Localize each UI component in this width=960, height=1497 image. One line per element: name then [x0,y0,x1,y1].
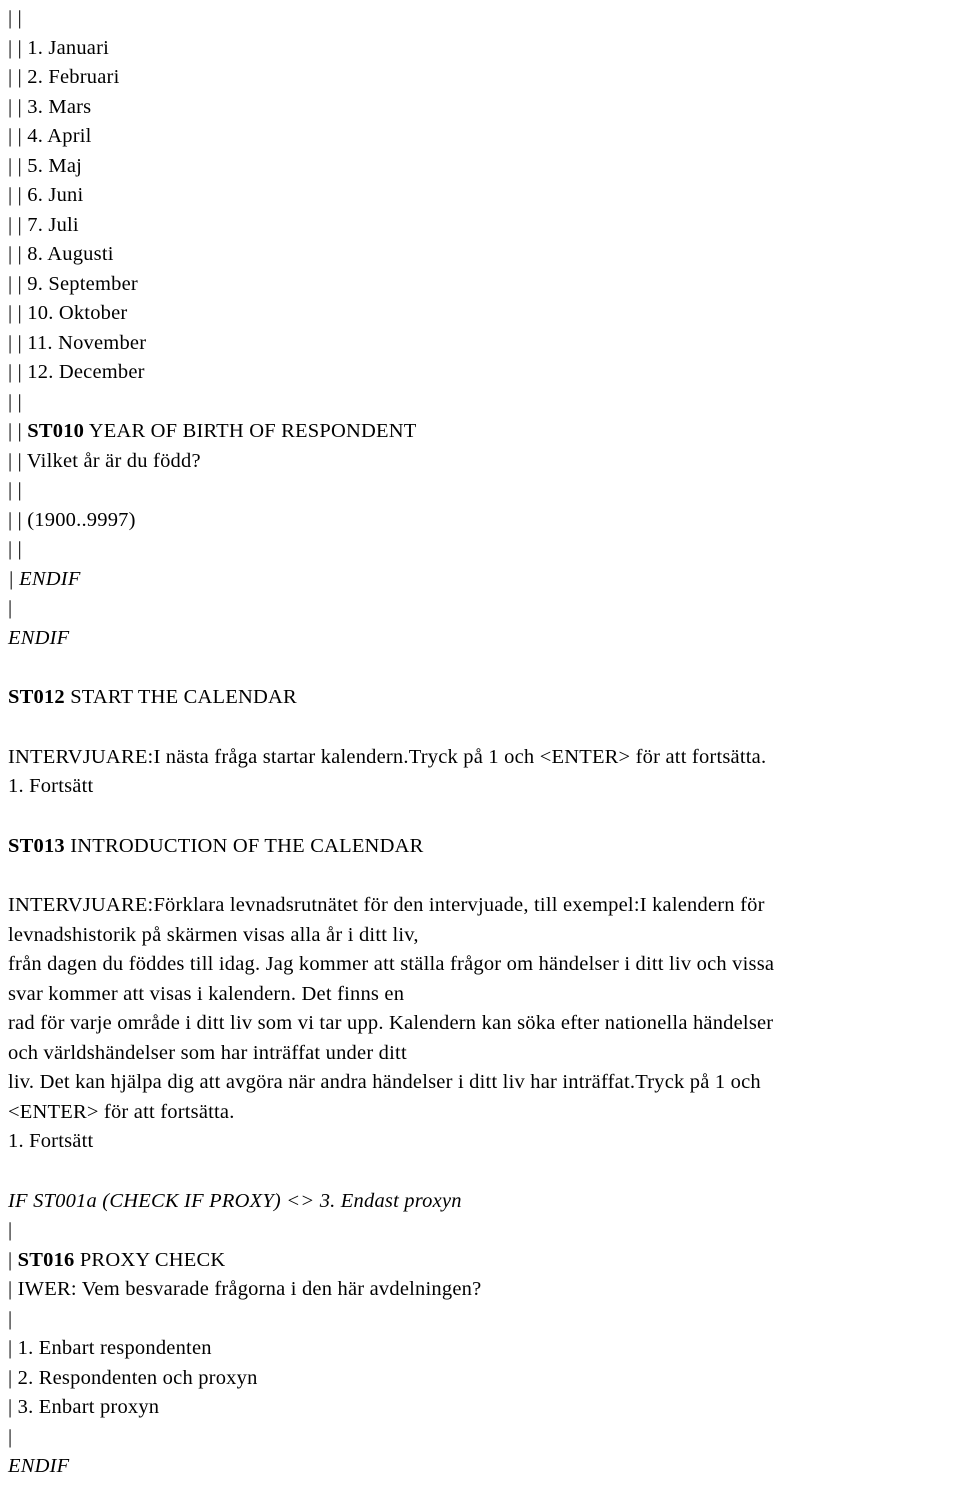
interviewer-instruction-line: svar kommer att visas i kalendern. Det f… [8,982,405,1005]
list-item: | | 9. September [8,272,138,295]
question-heading-st013: ST013 INTRODUCTION OF THE CALENDAR [8,832,950,862]
list-item: | | 4. April [8,125,92,147]
pipe-blank-line: | | [8,7,22,29]
endif-outer: ENDIF [8,1455,70,1477]
list-item: | | 10. Oktober [8,302,128,324]
endif-inner: | ENDIF [8,567,81,590]
question-title: YEAR OF BIRTH OF RESPONDENT [84,420,417,442]
question-heading-st016: | ST016 PROXY CHECK [8,1246,950,1276]
question-code: ST013 [8,834,65,857]
pipe-blank-line: | [8,1307,13,1330]
answer-option: | 2. Respondenten och proxyn [8,1366,258,1389]
question-code: ST016 [17,1248,75,1271]
pipe-blank-line: | [8,1219,13,1241]
list-item: | | 3. Mars [8,95,92,118]
answer-option: | 1. Enbart respondenten [8,1337,212,1359]
answer-option-st013: 1. Fortsätt [8,1130,94,1152]
interviewer-instruction-line: INTERVJUARE:Förklara levnadsrutnätet för… [8,894,765,916]
list-item: | | 8. Augusti [8,243,114,265]
question-heading-st010: | | ST010 YEAR OF BIRTH OF RESPONDENT [8,417,950,447]
pipe-prefix: | [8,1248,18,1271]
list-item: | | 12. December [8,361,145,383]
interviewer-instruction-line: levnadshistorik på skärmen visas alla år… [8,923,419,946]
answer-range-st010: | | (1900..9997) [8,508,136,531]
routing-condition: IF ST001a (CHECK IF PROXY) <> 3. Endast … [8,1189,462,1212]
pipe-blank-line: | [8,597,13,619]
question-title: PROXY CHECK [74,1248,226,1271]
question-code: ST010 [27,420,85,442]
pipe-prefix: | | [8,420,28,442]
interviewer-instruction-line: liv. Det kan hjälpa dig att avgöra när a… [8,1071,761,1093]
list-item: | | 2. Februari [8,66,120,88]
answer-option-st012: 1. Fortsätt [8,775,94,797]
document-page: | | | | 1. Januari | | 2. Februari | | 3… [0,0,960,1497]
pipe-blank-line: | | [8,538,22,560]
answer-option: | 3. Enbart proxyn [8,1396,160,1418]
list-item: | | 11. November [8,331,147,354]
pipe-blank-line: | | [8,479,22,501]
interviewer-instruction-st012: INTERVJUARE:I nästa fråga startar kalend… [8,745,767,768]
question-title: START THE CALENDAR [64,686,297,708]
question-code: ST012 [8,686,65,708]
interviewer-instruction-line: från dagen du föddes till idag. Jag komm… [8,953,775,975]
pipe-blank-line: | | [8,390,22,413]
list-item: | | 6. Juni [8,184,84,206]
question-text-st010: | | Vilket år är du född? [8,449,201,472]
interviewer-instruction-line: <ENTER> för att fortsätta. [8,1100,235,1123]
question-text-st016: | IWER: Vem besvarade frågorna i den här… [8,1278,482,1300]
endif-outer: ENDIF [8,626,70,649]
question-title: INTRODUCTION OF THE CALENDAR [64,834,424,857]
question-heading-st012: ST012 START THE CALENDAR [8,683,950,713]
pipe-blank-line: | [8,1425,13,1448]
interviewer-instruction-line: och världshändelser som har inträffat un… [8,1041,407,1064]
list-item: | | 5. Maj [8,154,83,177]
interviewer-instruction-line: rad för varje område i ditt liv som vi t… [8,1012,774,1034]
list-item: | | 1. Januari [8,36,110,59]
list-item: | | 7. Juli [8,213,79,236]
